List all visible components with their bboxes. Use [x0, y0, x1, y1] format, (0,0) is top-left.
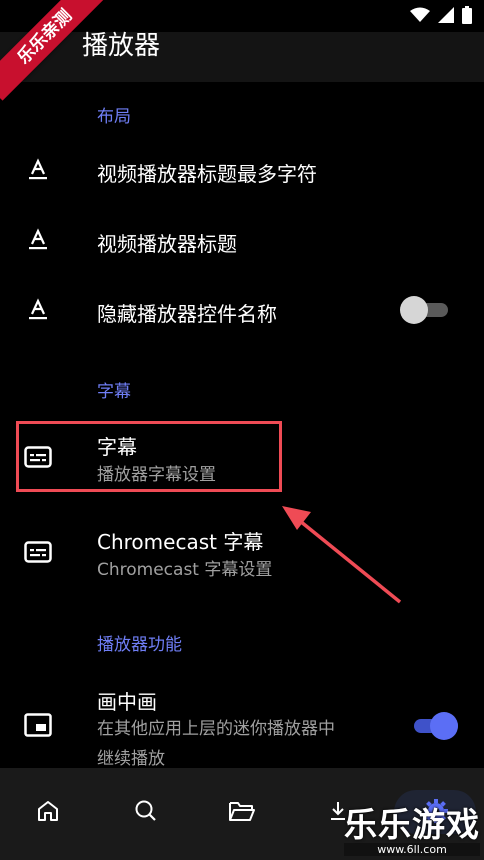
nav-home[interactable]	[28, 798, 68, 828]
search-icon	[134, 799, 158, 827]
nav-search[interactable]	[126, 798, 166, 828]
site-watermark: 乐乐游戏 www.6ll.com	[344, 807, 480, 856]
watermark-url: www.6ll.com	[344, 843, 480, 856]
nav-folders[interactable]	[222, 798, 262, 828]
watermark-brand: 乐乐游戏	[344, 805, 480, 844]
home-icon	[36, 799, 60, 827]
folder-icon	[228, 799, 256, 827]
pointer-arrow-annotation	[282, 506, 402, 604]
